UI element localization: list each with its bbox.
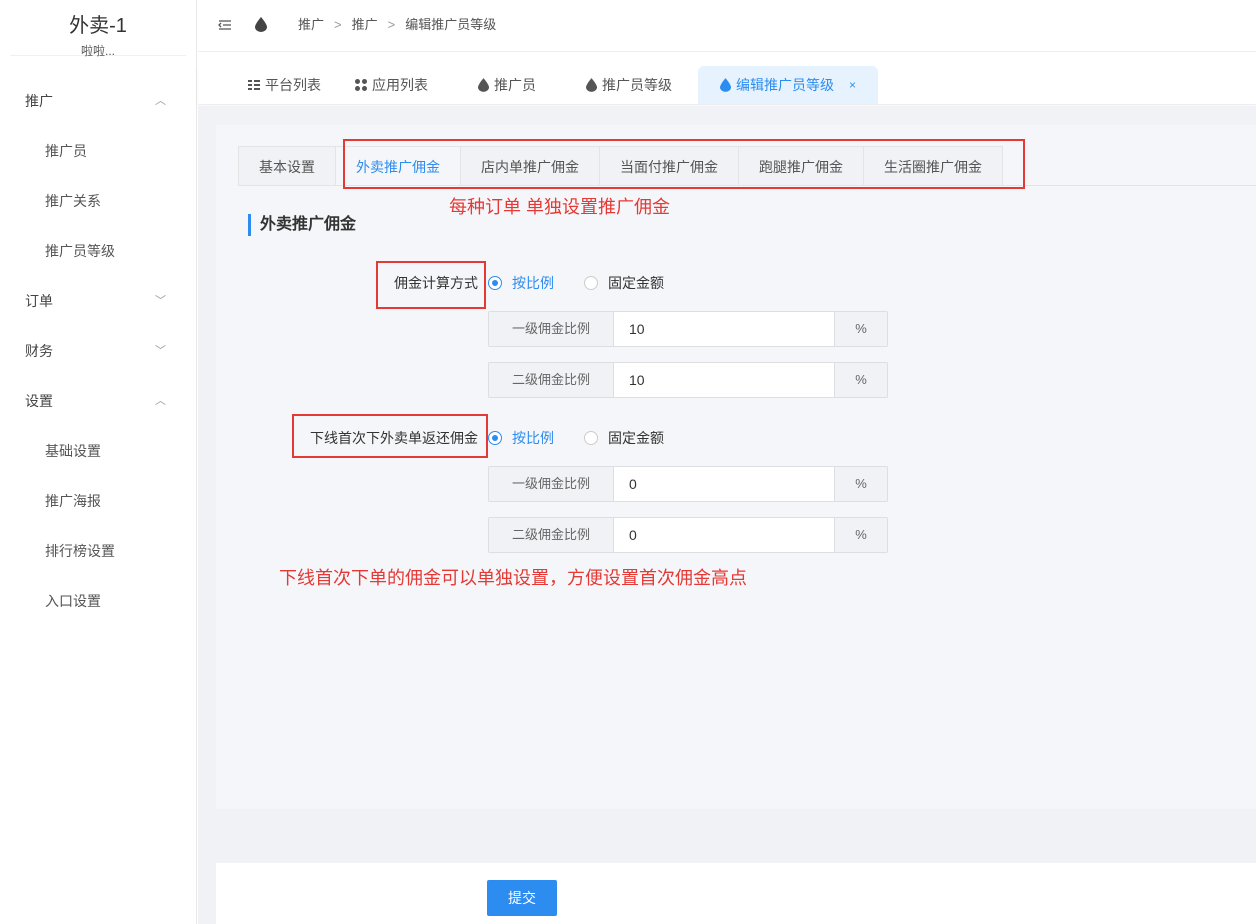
sidebar-item-basic-settings[interactable]: 基础设置 (0, 426, 196, 476)
radio-dot (584, 276, 598, 290)
first-order-level2-group: 二级佣金比例 % (488, 517, 888, 553)
sidebar-menu: 推广 ︿ 推广员 推广关系 推广员等级 订单 ﹀ 财务 ﹀ 设置 ︿ 基础设置 … (0, 76, 196, 626)
footer-bar (216, 863, 1256, 924)
breadcrumb-item[interactable]: 推广 (298, 17, 324, 32)
level2-ratio-group: 二级佣金比例 % (488, 362, 888, 398)
annotation-box-first-order (292, 414, 488, 458)
input-suffix: % (834, 467, 887, 501)
first-order-level1-input[interactable] (614, 467, 834, 501)
drop-icon (586, 78, 597, 92)
tab-label: 平台列表 (265, 77, 321, 93)
radio-label: 固定金额 (608, 430, 664, 446)
section-title: 外卖推广佣金 (248, 214, 356, 236)
input-prefix: 一级佣金比例 (489, 312, 614, 346)
radio-dot (584, 431, 598, 445)
view-tab-bar: 平台列表 应用列表 推广员 推广员等级 编辑推广员等级 × (198, 66, 1256, 105)
sidebar: 外卖-1 啦啦... 推广 ︿ 推广员 推广关系 推广员等级 订单 ﹀ 财务 ﹀… (0, 0, 197, 924)
drop-icon (478, 78, 489, 92)
submit-button[interactable]: 提交 (487, 880, 557, 916)
sidebar-item-promotion-relations[interactable]: 推广关系 (0, 176, 196, 226)
tab-basic-settings[interactable]: 基本设置 (238, 146, 336, 186)
chevron-down-icon: ﹀ (155, 345, 166, 357)
breadcrumb-current: 编辑推广员等级 (405, 17, 497, 32)
top-bar: 推广 > 推广 > 编辑推广员等级 (198, 0, 1256, 52)
sidebar-group-label: 订单 (25, 293, 53, 309)
annotation-box-tabs (343, 139, 1025, 189)
input-suffix: % (834, 363, 887, 397)
tab-label: 推广员等级 (602, 77, 672, 93)
close-icon[interactable]: × (849, 66, 856, 104)
input-suffix: % (834, 312, 887, 346)
sidebar-group-settings[interactable]: 设置 ︿ (0, 376, 196, 426)
drop-icon (255, 17, 267, 35)
radio-dot (488, 431, 502, 445)
radio-fixed-amount[interactable]: 固定金额 (584, 273, 664, 293)
sidebar-item-promoters[interactable]: 推广员 (0, 126, 196, 176)
tab-label: 编辑推广员等级 (736, 77, 834, 93)
sidebar-group-orders[interactable]: 订单 ﹀ (0, 276, 196, 326)
tab-app-list[interactable]: 应用列表 (355, 66, 428, 104)
sidebar-item-promotion-poster[interactable]: 推广海报 (0, 476, 196, 526)
sidebar-group-finance[interactable]: 财务 ﹀ (0, 326, 196, 376)
level2-ratio-input[interactable] (614, 363, 834, 397)
tab-promoters[interactable]: 推广员 (478, 66, 536, 104)
tab-label: 推广员 (494, 77, 536, 93)
annotation-first-order-note: 下线首次下单的佣金可以单独设置，方便设置首次佣金高点 (279, 568, 747, 588)
radio-label: 固定金额 (608, 275, 664, 291)
sidebar-item-leaderboard-settings[interactable]: 排行榜设置 (0, 526, 196, 576)
breadcrumb-item[interactable]: 推广 (352, 17, 378, 32)
brand-subtitle: 啦啦... (80, 44, 115, 58)
level1-ratio-input[interactable] (614, 312, 834, 346)
tab-promoter-levels[interactable]: 推广员等级 (586, 66, 672, 104)
tab-platform-list[interactable]: 平台列表 (248, 66, 321, 104)
chevron-down-icon: ﹀ (155, 295, 166, 307)
first-order-level2-input[interactable] (614, 518, 834, 552)
sidebar-group-label: 财务 (25, 343, 53, 359)
breadcrumb-separator: > (334, 17, 342, 32)
sidebar-item-promoter-levels[interactable]: 推广员等级 (0, 226, 196, 276)
brand: 外卖-1 啦啦... (10, 0, 186, 58)
radio-by-ratio[interactable]: 按比例 (488, 428, 554, 448)
chevron-up-icon: ︿ (155, 395, 166, 407)
radio-label: 按比例 (512, 275, 554, 291)
commission-method-radio: 按比例 固定金额 (488, 273, 694, 293)
level1-ratio-group: 一级佣金比例 % (488, 311, 888, 347)
radio-dot (488, 276, 502, 290)
chevron-up-icon: ︿ (155, 95, 166, 107)
sidebar-group-promotion[interactable]: 推广 ︿ (0, 76, 196, 126)
input-suffix: % (834, 518, 887, 552)
tab-label: 应用列表 (372, 77, 428, 93)
drop-icon (720, 78, 731, 92)
tab-edit-promoter-level[interactable]: 编辑推广员等级 × (698, 66, 879, 104)
input-prefix: 一级佣金比例 (489, 467, 614, 501)
grid-icon (355, 79, 367, 91)
first-order-method-radio: 按比例 固定金额 (488, 428, 694, 448)
input-prefix: 二级佣金比例 (489, 363, 614, 397)
radio-label: 按比例 (512, 430, 554, 446)
brand-title: 外卖-1 (69, 15, 127, 37)
sidebar-group-label: 推广 (25, 93, 53, 109)
sidebar-item-entry-settings[interactable]: 入口设置 (0, 576, 196, 626)
radio-fixed-amount[interactable]: 固定金额 (584, 428, 664, 448)
radio-by-ratio[interactable]: 按比例 (488, 273, 554, 293)
input-prefix: 二级佣金比例 (489, 518, 614, 552)
sidebar-group-label: 设置 (25, 393, 53, 409)
breadcrumb: 推广 > 推广 > 编辑推广员等级 (298, 0, 496, 52)
menu-fold-icon[interactable] (218, 18, 232, 32)
annotation-tabs-note: 每种订单 单独设置推广佣金 (449, 197, 670, 217)
list-icon (248, 79, 260, 91)
first-order-level1-group: 一级佣金比例 % (488, 466, 888, 502)
breadcrumb-separator: > (387, 17, 396, 32)
annotation-box-method (376, 261, 486, 309)
